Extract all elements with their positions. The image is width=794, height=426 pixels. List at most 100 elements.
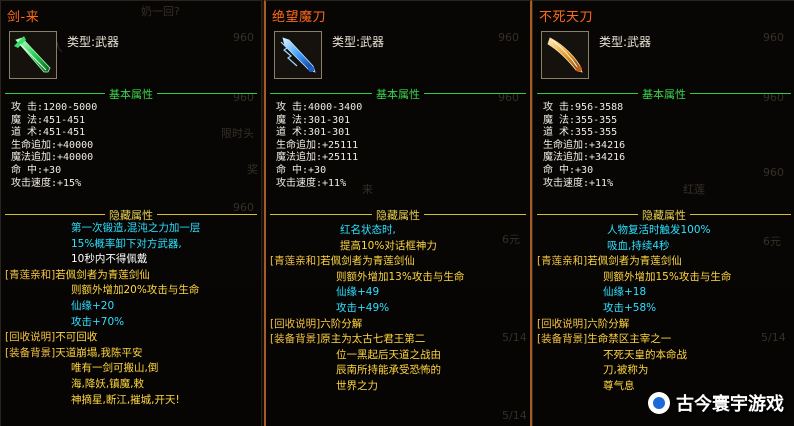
hidden-attribute-text: 尊气息 [603, 379, 635, 392]
item-tooltip-busi-tiandao: 960 960 960 6元 5/14 红莲 不死天刀 类型:武器 基本属性 攻… [532, 0, 794, 426]
hidden-attribute-row: [青莲亲和]若佩剑者为青莲剑仙 [270, 254, 526, 270]
bg-ghost-text: 960 [763, 31, 784, 44]
hidden-attribute-row: 唯有一剑可搬山,倒 [5, 361, 257, 377]
hidden-attribute-row: 第一次锻造,混沌之力加一层 [5, 221, 257, 237]
hidden-attribute-row: 仙缘+49 [270, 285, 526, 301]
hidden-attribute-text: 仙缘+20 [71, 299, 115, 312]
hidden-attribute-row: [青莲亲和]若佩剑者为青莲剑仙 [5, 268, 257, 284]
hidden-attributes-header: 隐藏属性 [537, 207, 791, 223]
item-icon-slot[interactable] [274, 31, 322, 79]
hidden-attribute-row: [装备背景]生命禁区主宰之一 [537, 332, 791, 348]
item-type: 类型:武器 [332, 35, 385, 49]
hidden-attribute-tag: [回收说明] [537, 317, 588, 330]
stat-tao: 道 术:301-301 [276, 127, 351, 139]
hidden-attribute-row: 世界之力 [270, 379, 526, 395]
section-label: 隐藏属性 [372, 207, 424, 223]
hidden-attribute-text: 六阶分解 [320, 317, 363, 330]
hidden-attribute-list: 第一次锻造,混沌之力加一层 15%概率卸下对方武器, 10秒内不得佩戴 [青莲亲和]若… [5, 221, 257, 408]
watermark-text: 古今寰宇游戏 [676, 394, 784, 415]
hidden-attribute-row: 仙缘+20 [5, 299, 257, 315]
bg-ghost-text: 限时头 [221, 127, 254, 140]
hidden-attribute-row: 红名状态时, [270, 223, 526, 239]
hidden-attribute-text: 不死天皇的本命战 [603, 348, 687, 361]
game-screen: 疯人 奶一回? 960 960 限时头 960 奖 剑-来 类型:武器 基本属性 [0, 0, 794, 426]
hidden-attribute-text: 天道崩塌,我陈平安 [55, 346, 143, 359]
item-tooltip-jianlai: 疯人 奶一回? 960 960 限时头 960 奖 剑-来 类型:武器 基本属性 [0, 0, 262, 426]
item-icon-slot[interactable] [9, 31, 57, 79]
hidden-attribute-row: 仙缘+18 [537, 285, 791, 301]
hidden-attribute-text: 仙缘+18 [603, 286, 647, 299]
stat-list: 攻 击:1200-5000 魔 法:451-451 道 术:451-451 生命… [11, 102, 97, 190]
hidden-attribute-tag: [装备背景] [5, 346, 56, 359]
bg-ghost-text: 红莲 [683, 183, 705, 196]
hidden-attribute-row: 吸血,持续4秒 [537, 239, 791, 255]
hidden-attribute-text: 海,降妖,镇魔,敕 [71, 377, 145, 390]
item-tooltip-juewang-modao: 960 960 5/14 5/14 6元 来 绝望魔刀 类型:武器 基本属性 攻… [264, 0, 532, 426]
hidden-attribute-text: 10秒内不得佩戴 [71, 253, 148, 266]
stat-attack-speed: 攻击速度:+11% [276, 177, 347, 189]
hidden-attribute-row: [青莲亲和]若佩剑者为青莲剑仙 [537, 254, 791, 270]
hidden-attribute-row: 则额外增加20%攻击与生命 [5, 283, 257, 299]
hidden-attribute-text: 攻击+49% [336, 301, 390, 314]
hidden-attribute-text: 若佩剑者为青莲剑仙 [587, 255, 682, 268]
hidden-attribute-tag: [青莲亲和] [537, 255, 588, 268]
hidden-attribute-list: 红名状态时, 提高10%对话框神力 [青莲亲和]若佩剑者为青莲剑仙 则额外增加13%攻… [270, 223, 526, 395]
hidden-attribute-text: 辰南所持能承受恐怖的 [336, 364, 441, 377]
hidden-attribute-text: 唯有一剑可搬山,倒 [71, 362, 159, 375]
hidden-attribute-row: 神摘星,断江,摧城,开天! [5, 393, 257, 409]
hidden-attribute-text: 攻击+70% [71, 315, 125, 328]
blue-lightning-blade-icon [280, 37, 316, 73]
hidden-attribute-text: 攻击+58% [603, 301, 657, 314]
hidden-attribute-row: 人物复活时触发100% [537, 223, 791, 239]
hidden-attribute-text: 第一次锻造,混沌之力加一层 [71, 222, 201, 234]
section-label: 基本属性 [105, 86, 157, 102]
stat-attack: 攻 击:1200-5000 [11, 102, 98, 113]
hidden-attribute-row: 辰南所持能承受恐怖的 [270, 363, 526, 379]
bg-ghost-text: 960 [233, 31, 254, 44]
hidden-attribute-text: 若佩剑者为青莲剑仙 [320, 255, 415, 268]
golden-flame-blade-icon [547, 37, 583, 73]
hidden-attribute-text: 六阶分解 [587, 317, 630, 330]
hidden-attribute-text: 位一黑起后天道之战由 [336, 348, 441, 361]
stat-mp-bonus: 魔法追加:+40000 [11, 152, 94, 164]
item-icon-slot[interactable] [541, 31, 589, 79]
hidden-attribute-row: 15%概率卸下对方武器, [5, 237, 257, 253]
stat-mp-bonus: 魔法追加:+34216 [543, 152, 626, 164]
hidden-attribute-text: 仙缘+49 [336, 286, 380, 299]
stat-magic: 魔 法:301-301 [276, 114, 351, 126]
hidden-attribute-row: 10秒内不得佩戴 [5, 252, 257, 268]
hidden-attribute-row: 则额外增加13%攻击与生命 [270, 270, 526, 286]
stat-hp-bonus: 生命追加:+34216 [543, 139, 626, 151]
stat-tao: 道 术:355-355 [543, 127, 618, 139]
basic-attributes-header: 基本属性 [270, 86, 526, 102]
hidden-attribute-text: 原主为太古七君王第二 [320, 333, 426, 346]
watermark: 古今寰宇游戏 [648, 390, 784, 416]
stat-accuracy: 命 中:+30 [276, 164, 327, 176]
item-name: 剑-来 [7, 10, 40, 25]
hidden-attribute-text: 人物复活时触发100% [607, 224, 711, 236]
item-name: 不死天刀 [539, 10, 594, 25]
stat-mp-bonus: 魔法追加:+25111 [276, 152, 359, 164]
hidden-attribute-text: 则额外增加20%攻击与生命 [71, 284, 200, 297]
stat-tao: 道 术:451-451 [11, 127, 86, 139]
hidden-attribute-row: [回收说明]六阶分解 [270, 317, 526, 333]
watermark-logo-icon [648, 392, 670, 414]
bg-ghost-text: 奶一回? [141, 5, 180, 18]
basic-attributes-header: 基本属性 [537, 86, 791, 102]
stat-list: 攻 击:4000-3400 魔 法:301-301 道 术:301-301 生命… [276, 102, 362, 190]
green-jade-sword-icon [14, 36, 51, 73]
section-label: 基本属性 [372, 86, 424, 102]
hidden-attribute-text: 刀,被称为 [603, 364, 649, 377]
stat-accuracy: 命 中:+30 [11, 164, 62, 176]
hidden-attribute-text: 神摘星,断江,摧城,开天! [71, 393, 180, 406]
hidden-attribute-row: 则额外增加15%攻击与生命 [537, 270, 791, 286]
hidden-attribute-row: 海,降妖,镇魔,敕 [5, 377, 257, 393]
bg-ghost-text: 来 [362, 183, 373, 196]
hidden-attribute-list: 人物复活时触发100% 吸血,持续4秒 [青莲亲和]若佩剑者为青莲剑仙 则额外增加15… [537, 223, 791, 395]
stat-accuracy: 命 中:+30 [543, 164, 594, 176]
hidden-attribute-row: 刀,被称为 [537, 363, 791, 379]
hidden-attribute-row: 攻击+58% [537, 301, 791, 317]
stat-magic: 魔 法:355-355 [543, 114, 618, 126]
hidden-attribute-text: 则额外增加13%攻击与生命 [336, 270, 465, 283]
bg-ghost-text: 奖 [247, 163, 258, 176]
